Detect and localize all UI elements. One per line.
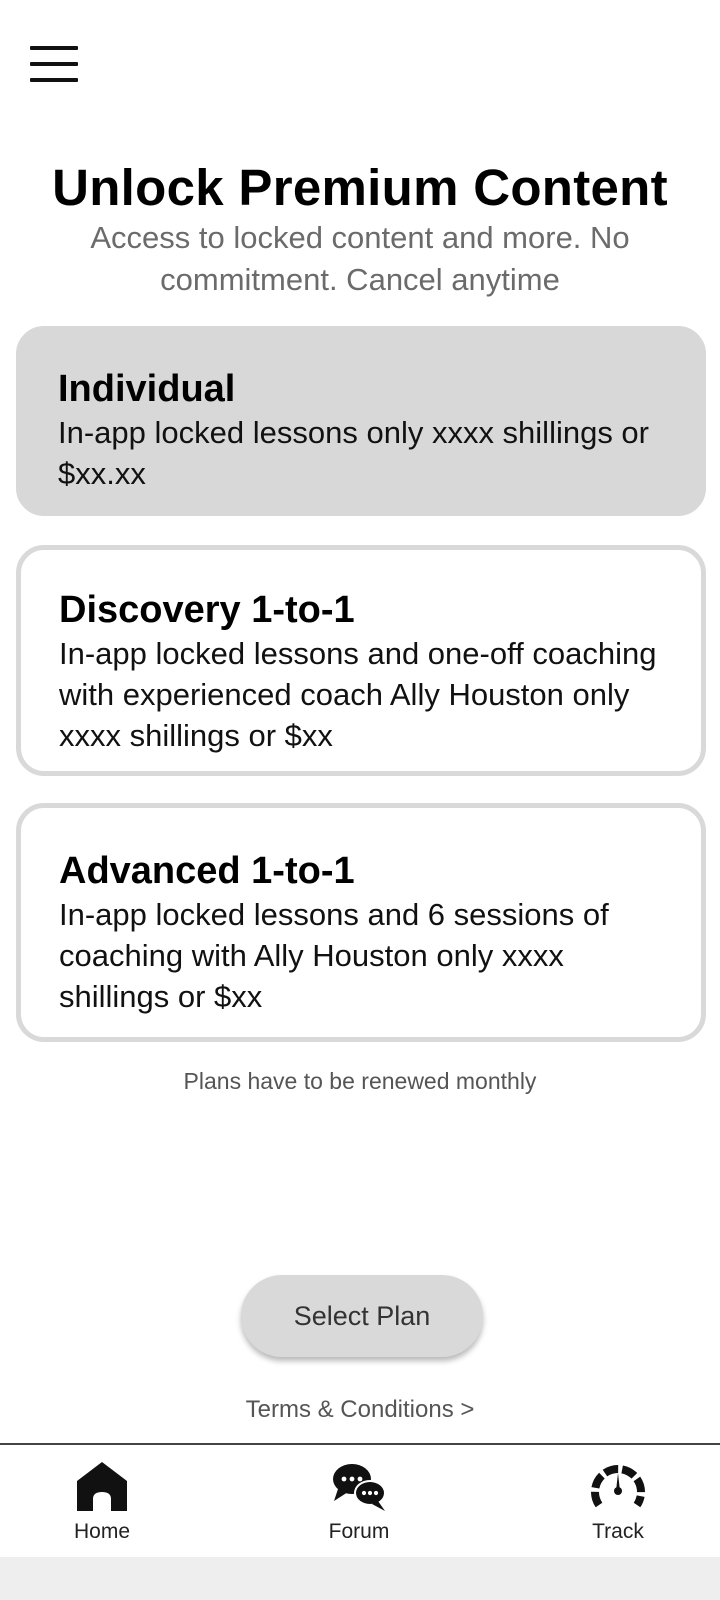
select-plan-button[interactable]: Select Plan: [241, 1275, 483, 1357]
plan-description: In-app locked lessons and one-off coachi…: [59, 636, 657, 753]
plan-name: Individual: [58, 368, 236, 410]
nav-home-label: Home: [73, 1520, 131, 1543]
hamburger-menu-icon[interactable]: [30, 46, 78, 82]
premium-plans-screen: Unlock Premium Content Access to locked …: [0, 0, 720, 1600]
plan-name: Advanced 1-to-1: [59, 850, 355, 892]
nav-forum[interactable]: Forum: [289, 1459, 429, 1549]
nav-forum-label: Forum: [328, 1520, 390, 1543]
home-icon: [77, 1462, 127, 1511]
terms-link[interactable]: Terms & Conditions >: [0, 1396, 720, 1424]
chat-bubbles-icon: [333, 1464, 386, 1511]
plan-card-individual[interactable]: Individual In-app locked lessons only xx…: [16, 326, 706, 516]
nav-home[interactable]: Home: [32, 1459, 172, 1549]
renewal-note: Plans have to be renewed monthly: [183, 1068, 537, 1094]
bottom-navigation: Home Forum Track: [0, 1443, 720, 1557]
plan-card-discovery[interactable]: Discovery 1-to-1 In-app locked lessons a…: [16, 545, 706, 776]
plan-card-advanced[interactable]: Advanced 1-to-1 In-app locked lessons an…: [16, 803, 706, 1042]
system-gesture-bar: [0, 1557, 720, 1600]
nav-track[interactable]: Track: [548, 1459, 688, 1549]
nav-track-label: Track: [592, 1520, 644, 1543]
plan-description: In-app locked lessons only xxxx shilling…: [58, 415, 649, 491]
speedometer-icon: [591, 1465, 645, 1508]
plan-description: In-app locked lessons and 6 sessions of …: [59, 897, 609, 1014]
plan-name: Discovery 1-to-1: [59, 589, 355, 631]
page-subtitle: Access to locked content and more. No co…: [90, 220, 630, 297]
page-title: Unlock Premium Content: [52, 159, 668, 216]
